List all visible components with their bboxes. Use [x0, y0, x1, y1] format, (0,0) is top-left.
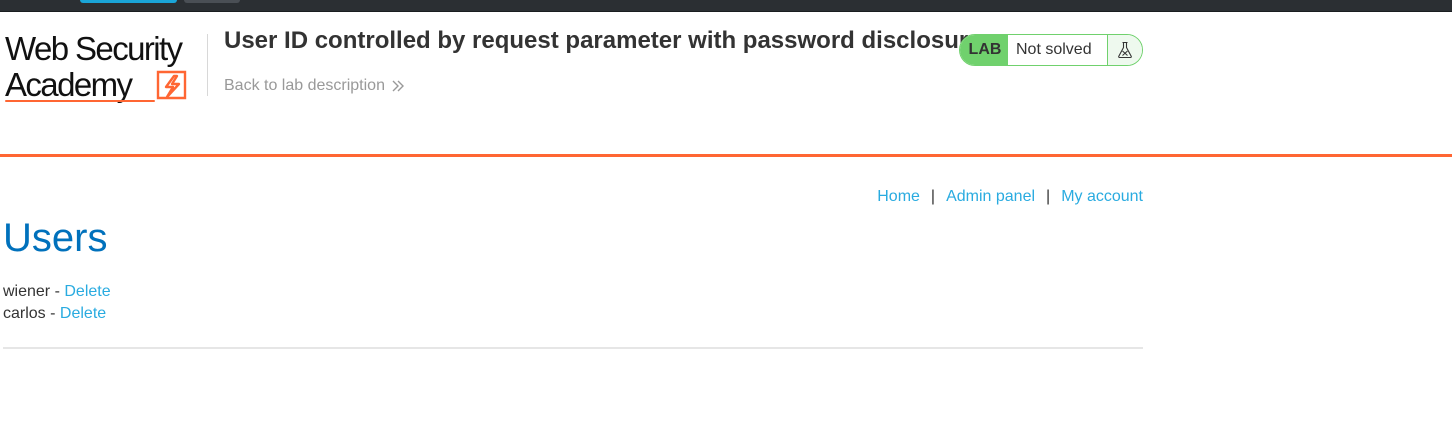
- user-list: wiener - Delete carlos - Delete: [3, 282, 111, 326]
- username-separator: -: [50, 283, 65, 300]
- web-security-academy-logo[interactable]: Web Security Academy: [5, 32, 205, 104]
- nav-separator: |: [930, 188, 936, 205]
- lab-title: User ID controlled by request parameter …: [224, 27, 982, 54]
- back-to-lab-description-link[interactable]: Back to lab description: [224, 77, 405, 95]
- logo-underline: [5, 100, 155, 102]
- header-accent-rule: [0, 154, 1452, 157]
- academy-lab-header: Web Security Academy User ID controlled …: [0, 12, 1452, 154]
- top-navigation: Home | Admin panel | My account: [877, 188, 1143, 206]
- logo-text-line2: Academy: [5, 66, 133, 103]
- nav-admin-panel-link[interactable]: Admin panel: [946, 188, 1035, 206]
- browser-tab-active[interactable]: [80, 0, 177, 3]
- lab-status: Not solved: [1016, 41, 1092, 58]
- username: wiener: [3, 283, 51, 300]
- browser-tab[interactable]: [184, 0, 240, 3]
- lab-badge: LAB: [960, 35, 1008, 65]
- list-item: wiener - Delete: [3, 282, 111, 304]
- flask-icon: [1118, 41, 1132, 59]
- lab-status-widget: LAB Not solved: [959, 34, 1143, 66]
- lightning-bolt-icon: [156, 70, 187, 100]
- double-chevron-right-icon: [392, 80, 404, 92]
- content-divider: [3, 347, 1143, 349]
- username: carlos: [3, 305, 46, 322]
- page-title: Users: [3, 216, 108, 260]
- delete-user-link[interactable]: Delete: [64, 283, 110, 300]
- nav-my-account-link[interactable]: My account: [1061, 188, 1143, 206]
- back-link-label: Back to lab description: [224, 77, 385, 94]
- nav-separator: |: [1046, 188, 1051, 205]
- list-item: carlos - Delete: [3, 304, 111, 326]
- logo-text-line1: Web Security: [5, 30, 183, 67]
- delete-user-link[interactable]: Delete: [60, 305, 106, 322]
- browser-top-bar: [0, 0, 1452, 12]
- lab-status-icon-box: [1107, 35, 1142, 65]
- username-separator: -: [45, 305, 60, 322]
- header-divider: [207, 34, 208, 96]
- nav-home-link[interactable]: Home: [877, 188, 920, 206]
